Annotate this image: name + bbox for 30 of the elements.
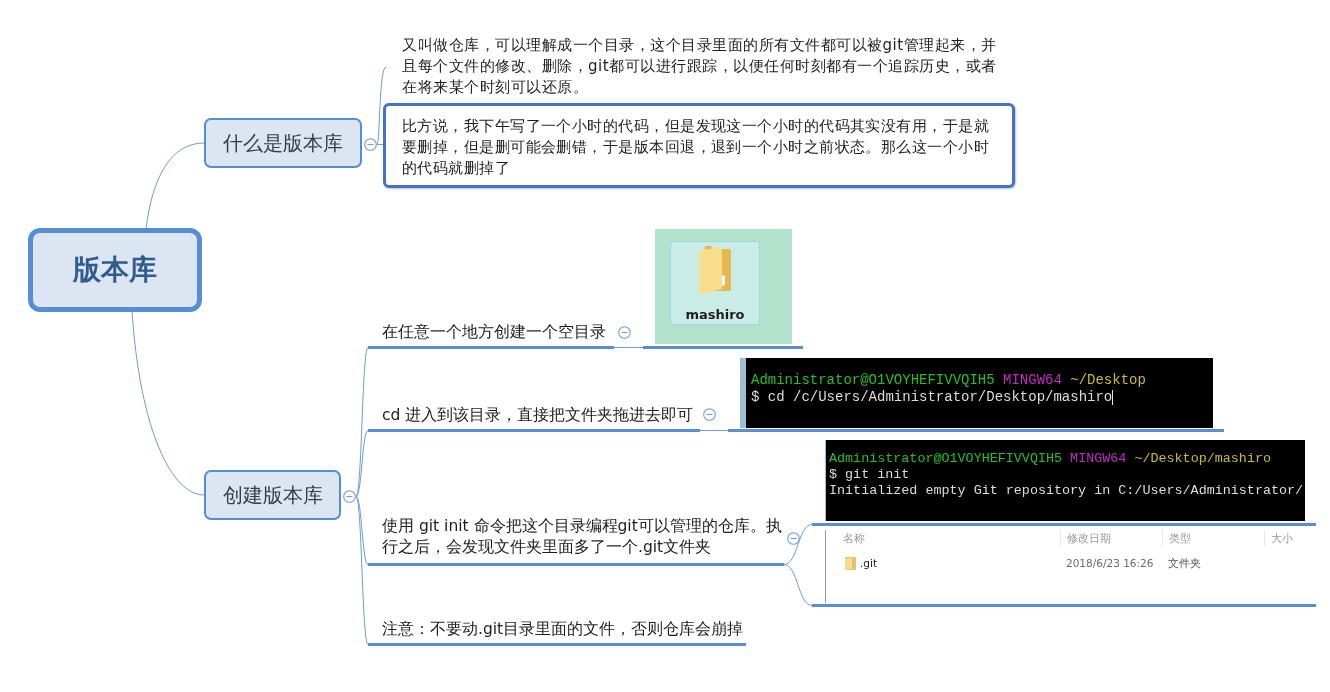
minus-circle-icon[interactable] — [787, 532, 800, 545]
topic-text[interactable]: 又叫做仓库，可以理解成一个目录，这个目录里面的所有文件都可以被git管理起来，并且每个文件的修改、删除，git都可以进行跟踪，以便任何时刻都有一个追踪历史，或者在将来某个时刻可以还原。 — [386, 35, 1002, 98]
minus-circle-icon[interactable] — [703, 408, 716, 421]
folder-icon — [845, 556, 856, 570]
minus-circle-icon[interactable] — [364, 138, 377, 151]
folder-icon — [697, 245, 733, 295]
file-type: 文件夹 — [1167, 556, 1202, 571]
terminal-line: $ cd /c/Users/Administrator/Desktop/mashiro — [751, 389, 1113, 406]
minus-circle-icon[interactable] — [618, 326, 631, 339]
file-name[interactable]: .git — [860, 555, 878, 571]
minus-circle-icon[interactable] — [343, 490, 356, 503]
boxed-topic[interactable]: 比方说，我下午写了一个小时的代码，但是发现这一个小时的代码其实没有用，于是就要删掉，但是删可能会删错，于是版本回退，退到一个小时之前状态。那么这一个小时的代码就删掉了 — [383, 103, 1015, 188]
connector-line — [783, 564, 813, 606]
terminal-line: $ git init — [829, 467, 910, 483]
subtopic[interactable]: 使用 git init 命令把这个目录编程git可以管理的仓库。执行之后，会发现文件夹里面多了一个.git文件夹 — [368, 516, 784, 566]
connector-line — [699, 430, 729, 431]
connector-line — [613, 347, 644, 348]
branch-topic[interactable]: 创建版本库 — [204, 470, 341, 520]
terminal-line: Administrator@O1VOYHEFIVVQIH5 MINGW64 ~/Desktop — [751, 372, 1146, 389]
folder-item[interactable]: mashiro — [670, 241, 760, 325]
file-date: 2018/6/23 16:26 — [1065, 556, 1155, 571]
branch-topic[interactable]: 什么是版本库 — [204, 118, 362, 168]
central-topic[interactable]: 版本库 — [28, 228, 202, 312]
connector-line — [783, 524, 813, 565]
terminal-line: Administrator@O1VOYHEFIVVQIH5 MINGW64 ~/Desktop/mashiro — [829, 451, 1271, 467]
subtopic[interactable]: 注意：不要动.git目录里面的文件，否则仓库会崩掉 — [368, 619, 746, 646]
folder-label: mashiro — [685, 307, 745, 323]
subtopic[interactable]: cd 进入到该目录，直接把文件夹拖进去即可 — [368, 405, 700, 432]
subtopic[interactable]: 在任意一个地方创建一个空目录 — [368, 322, 614, 349]
terminal-line: Initialized empty Git repository in C:/Users/Administrator/ — [829, 483, 1304, 499]
